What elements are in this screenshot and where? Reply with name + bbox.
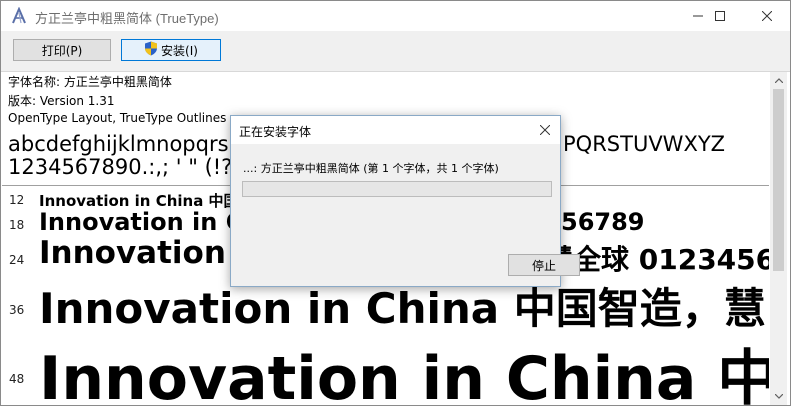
- window-title: 方正兰亭中粗黑简体 (TrueType): [35, 11, 219, 26]
- close-icon: [540, 125, 550, 135]
- stop-button-label: 停止: [531, 258, 556, 273]
- scroll-thumb[interactable]: [773, 89, 784, 271]
- sample-size-48: 48: [9, 372, 25, 386]
- font-name-line: 字体名称: 方正兰亭中粗黑简体: [8, 75, 172, 89]
- shield-icon: [144, 41, 158, 59]
- install-button-label: 安装(I): [161, 43, 198, 58]
- sample-size-18: 18: [9, 218, 25, 232]
- chevron-up-icon: [774, 78, 783, 83]
- scroll-up-button[interactable]: [770, 72, 787, 89]
- title-bar: 方正兰亭中粗黑简体 (TrueType): [1, 1, 790, 31]
- chevron-down-icon: [774, 394, 783, 399]
- sample-text-48: Innovation in China 中国: [39, 344, 769, 405]
- install-progress-message: ...: 方正兰亭中粗黑简体 (第 1 个字体，共 1 个字体): [243, 162, 499, 175]
- maximize-button[interactable]: [697, 1, 743, 31]
- dialog-title: 正在安装字体: [239, 125, 312, 139]
- dialog-close-button[interactable]: [530, 116, 560, 144]
- sample-size-24: 24: [9, 253, 25, 267]
- sample-size-36: 36: [9, 303, 25, 317]
- sample-text-24: Innovation i: [39, 235, 248, 271]
- sample-text-18-tail: 56789: [561, 208, 645, 236]
- sample-size-12: 12: [9, 193, 25, 207]
- print-button[interactable]: 打印(P): [13, 39, 111, 61]
- alphabet-digits-punctuation: 1234567890.:,; ' " (!?): [8, 155, 241, 179]
- install-progress-bar: [242, 181, 552, 197]
- installing-font-dialog: 正在安装字体 ...: 方正兰亭中粗黑简体 (第 1 个字体，共 1 个字体) …: [230, 115, 580, 287]
- alphabet-uppercase: PQRSTUVWXYZ: [563, 132, 726, 156]
- vertical-scrollbar[interactable]: [770, 72, 787, 405]
- alphabet-lowercase: abcdefghijklmnopqrs: [8, 132, 229, 156]
- maximize-icon: [715, 11, 725, 21]
- close-window-button[interactable]: [744, 1, 790, 31]
- install-button[interactable]: 安装(I): [121, 39, 221, 61]
- print-button-label: 打印(P): [41, 43, 83, 58]
- font-version-line: 版本: Version 1.31: [8, 94, 115, 108]
- font-viewer-window: 方正兰亭中粗黑简体 (TrueType) 打印(P) 安装(I) 字体名称: 方…: [0, 0, 791, 406]
- font-type-line: OpenType Layout, TrueType Outlines: [8, 111, 227, 125]
- dialog-title-bar: 正在安装字体: [231, 116, 560, 144]
- stop-button[interactable]: 停止: [508, 254, 580, 276]
- close-icon: [762, 11, 772, 21]
- toolbar: 打印(P) 安装(I): [1, 31, 790, 72]
- scroll-down-button[interactable]: [770, 388, 787, 405]
- sample-text-18: Innovation in Ch: [39, 208, 261, 236]
- font-app-icon: [10, 6, 28, 25]
